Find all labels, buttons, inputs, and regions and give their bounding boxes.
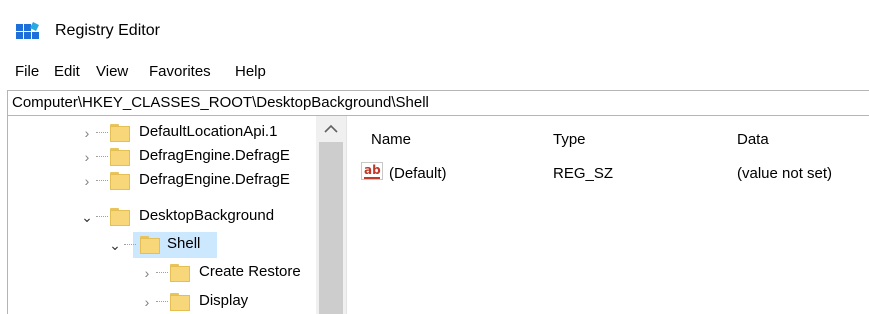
chevron-right-icon[interactable]: › <box>80 169 94 193</box>
window-title: Registry Editor <box>55 22 160 39</box>
scrollbar-thumb[interactable] <box>319 142 343 314</box>
menu-favorites[interactable]: Favorites <box>149 63 211 80</box>
tree-connector <box>156 272 168 273</box>
chevron-right-icon[interactable]: › <box>80 121 94 145</box>
tree-connector <box>96 216 108 217</box>
tree-connector <box>96 180 108 181</box>
folder-icon <box>110 124 130 142</box>
value-data: (value not set) <box>737 165 833 182</box>
menu-help[interactable]: Help <box>235 63 266 80</box>
tree-item-label: DefaultLocationApi.1 <box>139 123 278 140</box>
folder-icon <box>170 293 190 311</box>
tree-connector <box>96 132 108 133</box>
scroll-up-arrow-icon[interactable] <box>322 122 340 136</box>
tree-item-shell[interactable]: ⌄ Shell <box>108 233 318 257</box>
tree-item-desktopbackground[interactable]: ⌄ DesktopBackground <box>80 205 320 229</box>
chevron-right-icon[interactable]: › <box>140 261 154 285</box>
string-value-icon: ab <box>361 162 383 180</box>
folder-icon <box>110 148 130 166</box>
folder-open-icon <box>140 236 160 254</box>
pane-splitter[interactable] <box>346 116 354 314</box>
value-type: REG_SZ <box>553 165 614 182</box>
address-path[interactable]: Computer\HKEY_CLASSES_ROOT\DesktopBackgr… <box>12 94 429 111</box>
column-header-data[interactable]: Data <box>737 131 769 148</box>
menu-bar <box>0 60 869 88</box>
tree-item-label: DefragEngine.DefragE <box>139 147 290 164</box>
folder-icon <box>110 172 130 190</box>
tree-item-display[interactable]: › Display <box>140 290 320 314</box>
tree-connector <box>124 244 136 245</box>
chevron-down-icon[interactable]: ⌄ <box>80 205 94 229</box>
tree-item-label: Shell <box>167 235 201 252</box>
tree-connector <box>156 301 168 302</box>
tree-connector <box>96 156 108 157</box>
chevron-right-icon[interactable]: › <box>140 290 154 314</box>
column-header-type[interactable]: Type <box>553 131 586 148</box>
tree-item-defragengine-2[interactable]: › DefragEngine.DefragE <box>80 169 320 193</box>
chevron-down-icon[interactable]: ⌄ <box>108 233 122 257</box>
menu-file[interactable]: File <box>15 63 39 80</box>
values-list-pane[interactable] <box>354 116 869 314</box>
column-header-name[interactable]: Name <box>371 131 411 148</box>
tree-item-label: DesktopBackground <box>139 207 275 224</box>
value-name[interactable]: (Default) <box>389 165 447 182</box>
address-bar[interactable]: Computer\HKEY_CLASSES_ROOT\DesktopBackgr… <box>7 90 869 116</box>
tree-item-create-restore[interactable]: › Create Restore <box>140 261 320 285</box>
registry-editor-icon <box>16 22 39 39</box>
folder-icon <box>110 208 130 226</box>
tree-item-label: Create Restore <box>199 263 301 280</box>
menu-view[interactable]: View <box>96 63 128 80</box>
tree-item-label: Display <box>199 292 249 309</box>
tree-item-defaultlocationapi[interactable]: › DefaultLocationApi.1 <box>80 121 320 145</box>
folder-icon <box>170 264 190 282</box>
tree-item-defragengine-1[interactable]: › DefragEngine.DefragE <box>80 145 320 169</box>
menu-edit[interactable]: Edit <box>54 63 80 80</box>
title-bar: Registry Editor <box>0 0 869 60</box>
tree-item-label: DefragEngine.DefragE <box>139 171 290 188</box>
chevron-right-icon[interactable]: › <box>80 145 94 169</box>
